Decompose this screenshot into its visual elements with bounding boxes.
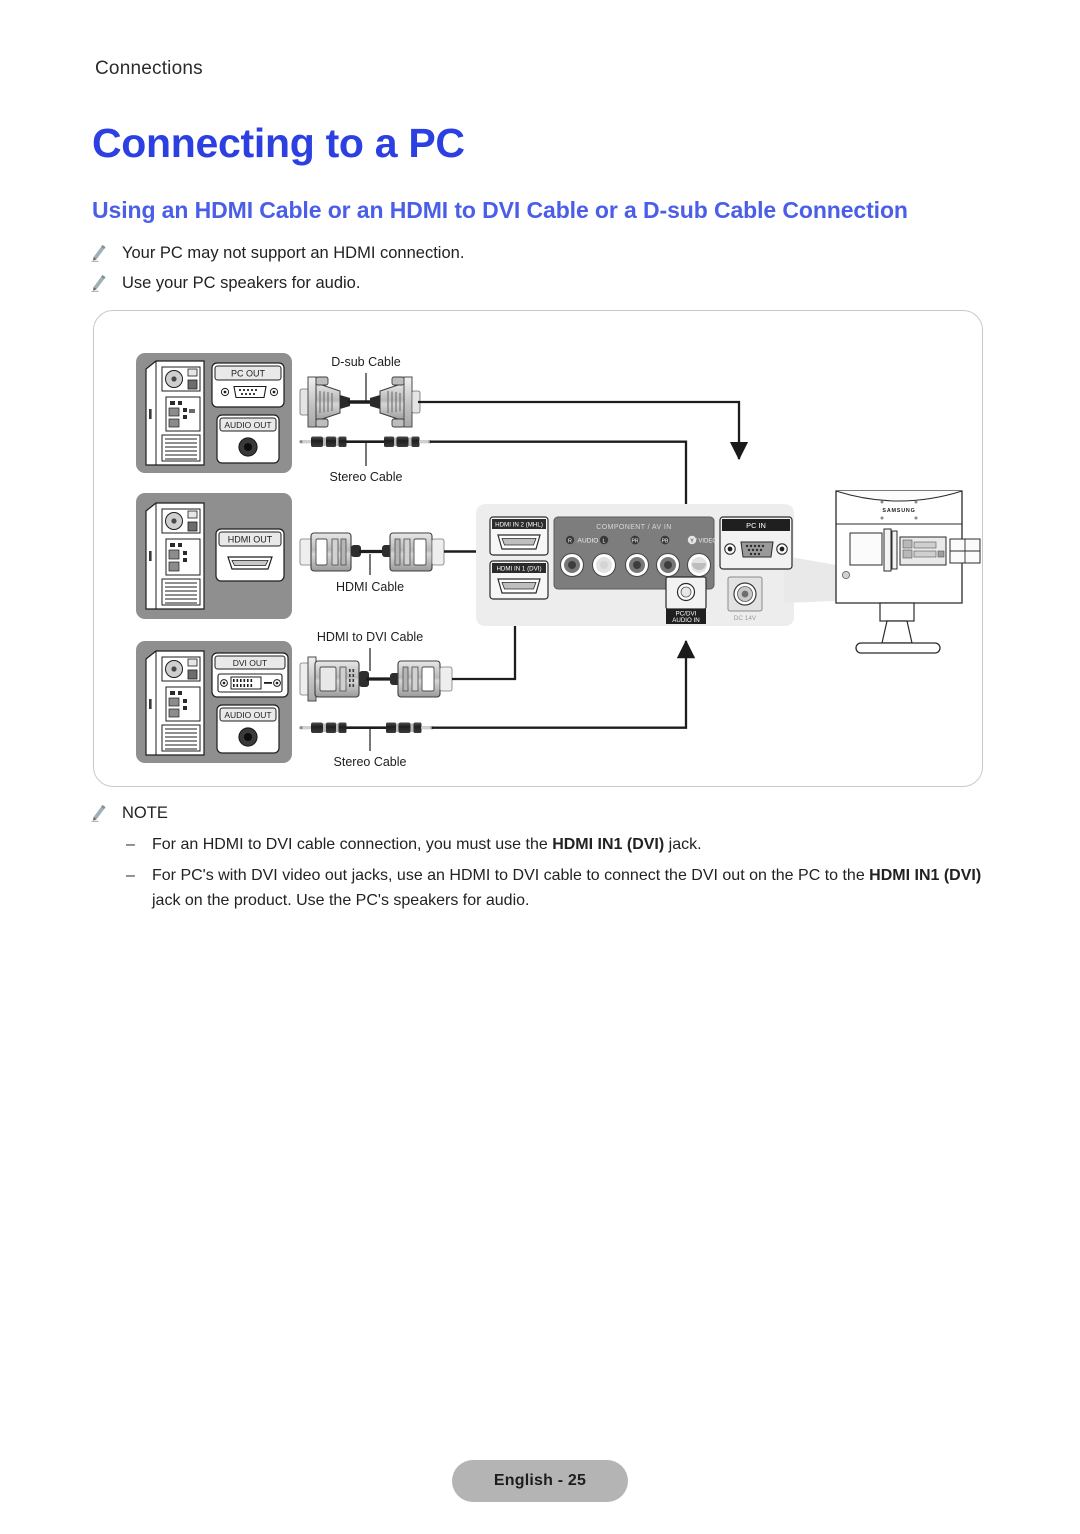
port-dvi-out: DVI OUT: [211, 652, 289, 698]
note-item-text: For PC's with DVI video out jacks, use a…: [152, 867, 981, 909]
intro-bullet-list: Your PC may not support an HDMI connecti…: [90, 238, 970, 298]
pc-tower-icon: [145, 360, 205, 466]
jack-label-line2: AUDIO IN: [672, 617, 700, 624]
note-text-segment: jack on the product. Use the PC's speake…: [152, 892, 530, 909]
section-subtitle: Using an HDMI Cable or an HDMI to DVI Ca…: [92, 197, 908, 223]
pc-tower-icon: [145, 650, 205, 756]
port-audio-out: AUDIO OUT: [216, 414, 280, 464]
jack-label-pr: PR: [632, 538, 639, 544]
pencil-icon: [91, 805, 106, 822]
list-item-label: Use your PC speakers for audio.: [122, 274, 361, 292]
jack-pc-dvi-audio-in: PC/DVI AUDIO IN: [665, 576, 707, 624]
note-item: – For an HDMI to DVI cable connection, y…: [90, 832, 990, 857]
note-item: – For PC's with DVI video out jacks, use…: [90, 863, 990, 913]
tv-connection-panel: HDMI IN 2 (MHL) HDMI IN 1 (DVI) COMPONEN…: [476, 504, 884, 626]
dash-bullet: –: [126, 836, 135, 853]
page-footer: English - 25: [452, 1460, 628, 1502]
port-audio-out: AUDIO OUT: [216, 704, 280, 754]
jack-pc-in: PC IN: [719, 516, 793, 570]
pc-tower-icon: [145, 502, 205, 610]
document-page: Connections Connecting to a PC Using an …: [0, 0, 1080, 1534]
note-text-segment-bold: HDMI IN1 (DVI): [552, 836, 665, 853]
note-title: NOTE: [90, 800, 990, 826]
svg-text:/ VIDEO: / VIDEO: [695, 539, 717, 545]
pc-box-hdmi: HDMI OUT: [136, 493, 292, 619]
connection-diagram-frame: PC OUT AUDIO OUT HDMI OUT DVI OUT AUDIO …: [93, 310, 983, 787]
jack-label: PC IN: [746, 521, 766, 530]
dash-bullet: –: [126, 867, 135, 884]
cable-label: D-sub Cable: [331, 355, 401, 369]
note-text-segment-bold: (DVI): [939, 867, 982, 884]
jack-hdmi-in-2: HDMI IN 2 (MHL): [489, 516, 549, 556]
note-text-segment: For an HDMI to DVI cable connection, you…: [152, 836, 553, 853]
cable-stereo-bottom: Stereo Cable: [299, 639, 696, 769]
port-label: PC OUT: [231, 369, 266, 379]
page-title: Connecting to a PC: [92, 120, 465, 166]
jack-label: DC 14V: [734, 615, 757, 622]
note-text-segment-bold: HDMI IN1: [869, 867, 940, 884]
jack-label-audio: AUDIO: [578, 538, 599, 545]
note-text-segment: jack.: [664, 836, 702, 853]
pencil-icon: [91, 275, 106, 292]
cable-label: Stereo Cable: [334, 755, 407, 769]
jack-label-r: R: [568, 539, 572, 545]
jack-hdmi-in-1: HDMI IN 1 (DVI): [489, 560, 549, 600]
jack-label-pb: PB: [662, 538, 669, 544]
port-label: AUDIO OUT: [224, 710, 271, 720]
connection-diagram: PC OUT AUDIO OUT HDMI OUT DVI OUT AUDIO …: [136, 353, 981, 769]
note-block: NOTE – For an HDMI to DVI cable connecti…: [90, 800, 990, 913]
page-number-label: English - 25: [493, 1472, 587, 1489]
note-text-segment: For PC's with DVI video out jacks, use a…: [152, 867, 870, 884]
note-item-text: For an HDMI to DVI cable connection, you…: [152, 836, 702, 853]
jack-label: HDMI IN 1 (DVI): [496, 566, 541, 573]
pencil-icon: [91, 245, 106, 262]
port-hdmi-out: HDMI OUT: [215, 528, 285, 582]
port-label: HDMI OUT: [228, 535, 273, 545]
port-pc-out: PC OUT: [211, 362, 285, 408]
list-item-label: Your PC may not support an HDMI connecti…: [122, 244, 465, 262]
jack-label: HDMI IN 2 (MHL): [495, 522, 543, 529]
breadcrumb: Connections: [95, 58, 203, 79]
list-item: Use your PC speakers for audio.: [90, 268, 970, 298]
cable-label: HDMI Cable: [336, 580, 404, 594]
component-av-title: COMPONENT / AV IN: [596, 524, 671, 531]
monitor-rear-view: SAMSUNG: [835, 490, 981, 654]
port-label: AUDIO OUT: [224, 420, 271, 430]
pc-box-dsub: PC OUT AUDIO OUT: [136, 353, 292, 473]
note-label: NOTE: [122, 804, 168, 822]
cable-label: Stereo Cable: [330, 470, 403, 484]
cable-label: HDMI to DVI Cable: [317, 630, 423, 644]
pc-box-dvi: DVI OUT AUDIO OUT: [136, 641, 292, 763]
list-item: Your PC may not support an HDMI connecti…: [90, 238, 970, 268]
brand-logo: SAMSUNG: [882, 508, 915, 514]
jack-label-l: L: [603, 539, 606, 545]
cable-hdmi: HDMI Cable: [299, 532, 500, 594]
port-label: DVI OUT: [233, 658, 267, 668]
